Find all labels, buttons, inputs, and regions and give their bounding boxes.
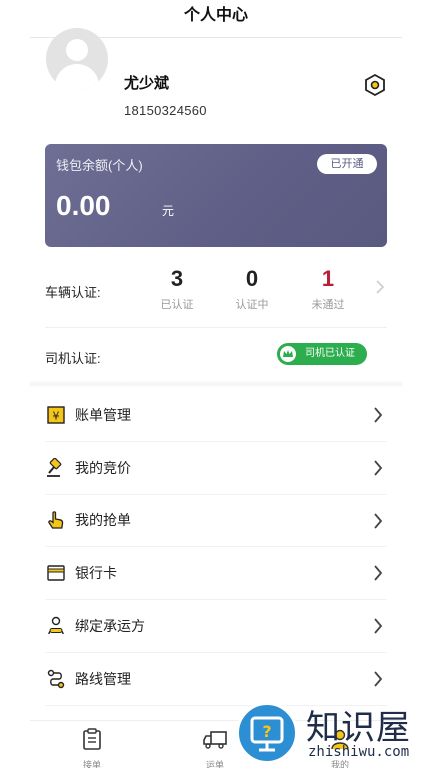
stat-failed[interactable]: 1 未通过: [298, 266, 358, 312]
watermark-url: zhishiwu.com: [308, 744, 410, 760]
chevron-right-icon: [373, 513, 383, 534]
hand-tap-icon: [45, 509, 67, 531]
stat-failed-value: 1: [321, 266, 335, 291]
chevron-right-icon: [373, 565, 383, 586]
clipboard-icon: [80, 728, 104, 755]
watermark-logo: ? 知识屋 zhishiwu.com: [234, 698, 432, 768]
gavel-icon: [45, 457, 67, 479]
bill-icon: ¥: [45, 404, 67, 426]
menu-label-bind-carrier: 绑定承运方: [75, 618, 145, 635]
watermark-text: 知识屋: [306, 708, 411, 748]
stat-certified[interactable]: 3 已认证: [147, 266, 207, 312]
chevron-right-icon: [373, 618, 383, 639]
menu-label-grab-order: 我的抢单: [75, 512, 131, 529]
chevron-right-icon: [373, 671, 383, 692]
driver-certification-label: 司机认证:: [45, 351, 101, 366]
avatar[interactable]: [46, 28, 108, 90]
menu-item-grab-order[interactable]: 我的抢单: [45, 495, 387, 548]
wallet-title: 钱包余额(个人): [56, 158, 143, 173]
carrier-bind-icon: [45, 615, 67, 637]
menu-label-bidding: 我的竞价: [75, 459, 131, 476]
tab-orders-label: 接单: [82, 760, 101, 768]
menu-label-route: 路线管理: [75, 670, 131, 687]
stat-in-review-label: 认证中: [235, 299, 269, 311]
svg-text:?: ?: [262, 722, 271, 741]
section-divider: [30, 380, 402, 388]
wallet-status-badge: 已开通: [317, 154, 377, 174]
vehicle-certification-row[interactable]: 车辆认证: 3 已认证 0 认证中 1 未通过: [45, 262, 387, 328]
user-phone: 18150324560: [124, 103, 207, 118]
menu-label-bill: 账单管理: [75, 406, 131, 423]
wallet-amount: 0.00: [56, 190, 111, 221]
vehicle-certification-label: 车辆认证:: [45, 285, 101, 300]
tab-orders[interactable]: 接单: [62, 727, 122, 768]
chevron-right-icon: [375, 280, 385, 299]
wallet-card[interactable]: 钱包余额(个人) 已开通 0.00 元: [45, 144, 387, 247]
wallet-unit: 元: [162, 204, 175, 218]
truck-icon: [202, 731, 228, 755]
crown-icon: [280, 346, 296, 362]
menu-item-bill[interactable]: ¥ 账单管理: [45, 389, 387, 442]
menu-list: ¥ 账单管理 我的竞价 我的抢单 银行卡 绑定承运方 路线管理: [45, 389, 387, 706]
user-name: 尤少斌: [124, 75, 170, 92]
help-monitor-icon: ?: [236, 702, 298, 764]
settings-hexagon-icon[interactable]: [363, 73, 387, 97]
stat-failed-label: 未通过: [311, 299, 345, 311]
menu-item-bank-card[interactable]: 银行卡: [45, 547, 387, 601]
stat-in-review-value: 0: [245, 266, 259, 291]
menu-item-bind-carrier[interactable]: 绑定承运方: [45, 600, 387, 653]
driver-badge-label: 司机已认证: [305, 348, 355, 359]
driver-certification-row[interactable]: 司机认证: 司机已认证: [45, 335, 387, 375]
menu-item-bidding[interactable]: 我的竞价: [45, 442, 387, 495]
chevron-right-icon: [373, 460, 383, 481]
chevron-right-icon: [373, 407, 383, 428]
svg-text:¥: ¥: [53, 409, 60, 422]
route-icon: [45, 668, 67, 690]
stat-certified-value: 3: [170, 266, 184, 291]
menu-label-bank-card: 银行卡: [75, 565, 117, 582]
bank-card-icon: [45, 562, 67, 584]
stat-in-review[interactable]: 0 认证中: [222, 266, 282, 312]
stat-certified-label: 已认证: [160, 299, 194, 311]
driver-certified-badge: 司机已认证: [277, 343, 367, 365]
